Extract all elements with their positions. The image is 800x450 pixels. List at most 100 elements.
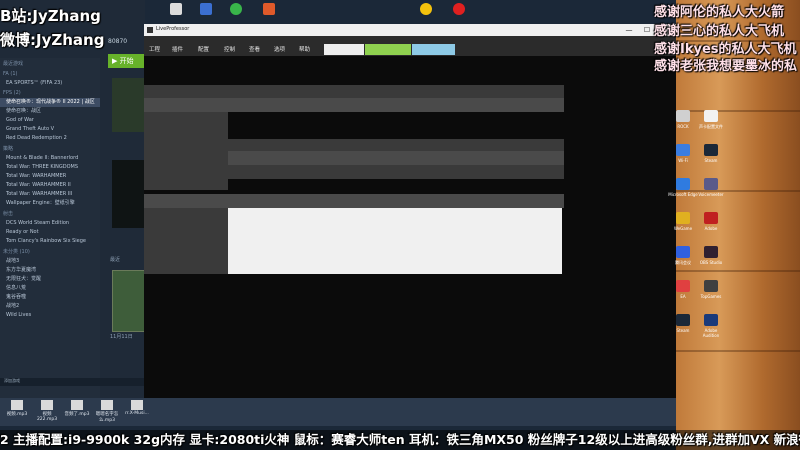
file-icon (131, 400, 143, 410)
panel (144, 98, 564, 112)
game-list-item[interactable]: 鬼谷吞噬 (0, 293, 100, 302)
game-list-item[interactable]: Total War: WARHAMMER II (0, 181, 100, 190)
desktop-shortcut-icon[interactable] (704, 110, 718, 122)
section-header[interactable]: FPS (2) (0, 88, 100, 98)
menu-plugins[interactable]: 插件 (172, 45, 183, 53)
desktop-shortcut-label: EA (680, 294, 686, 299)
menu-view[interactable]: 查看 (249, 45, 260, 53)
desktop-shortcut-icon[interactable] (704, 246, 718, 258)
play-button[interactable]: ▶ 开始 (108, 54, 144, 68)
game-list-item[interactable]: 信息八荒 (0, 284, 100, 293)
desktop-shortcut-icon[interactable] (676, 144, 690, 156)
panel (144, 85, 564, 99)
game-list-item[interactable]: DCS World Steam Edition (0, 219, 100, 228)
file-icon (11, 400, 23, 410)
game-list-item[interactable]: God of War (0, 116, 100, 125)
title-bar: LiveProfessor — ☐ ✕ (144, 24, 676, 36)
game-list-item[interactable]: 战地3 (0, 257, 100, 266)
menu-help[interactable]: 帮助 (299, 45, 310, 53)
account-number: 80870 (108, 38, 128, 45)
desktop-shortcut-icon[interactable] (676, 246, 690, 258)
file-icon (101, 400, 113, 410)
desktop-file[interactable]: 音频了.mp3 (64, 400, 90, 417)
menu-bar: 工程 插件 配置 控制 查看 选项 帮助 (144, 36, 676, 56)
desktop-shortcut-icon[interactable] (676, 110, 690, 122)
chrome-icon[interactable] (420, 3, 432, 15)
desktop-shortcut-label: Voicemeeter (698, 192, 724, 197)
desktop-file[interactable]: 视频.mp3 (4, 400, 30, 417)
game-list-item[interactable]: Tom Clancy's Rainbow Six Siege (0, 237, 100, 246)
desktop-shortcut-label: WeGame (673, 226, 693, 231)
weibo-label: 微博:JyZhang (0, 31, 105, 49)
game-list-item[interactable]: EA SPORTS™ (FIFA 23) (0, 79, 100, 88)
desktop-shortcut-icon[interactable] (676, 212, 690, 224)
game-list-item[interactable]: 东方华夏魔湾 (0, 266, 100, 275)
desktop-shortcut-label: ROCK (677, 124, 689, 129)
cpu-meter (365, 44, 411, 55)
minimize-button[interactable]: — (620, 24, 638, 36)
menu-config[interactable]: 配置 (198, 45, 209, 53)
section-header[interactable]: FA (1) (0, 69, 100, 79)
menu-control[interactable]: 控制 (224, 45, 235, 53)
thanks-line-2: 感谢三心的私人大飞机 (654, 24, 785, 39)
desktop-shortcut-label: Adobe (704, 226, 718, 231)
file-label: 音频了.mp3 (64, 412, 90, 417)
file-label: 视频222.mp3 (36, 412, 58, 422)
desktop-shortcut-icon[interactable] (676, 314, 690, 326)
app-icon[interactable] (453, 3, 465, 15)
desktop-shortcut-icon[interactable] (704, 144, 718, 156)
file-icon (41, 400, 53, 410)
game-list-item[interactable]: 使命召唤：战区 (0, 107, 100, 116)
panel (144, 194, 564, 208)
game-list-item[interactable]: Wallpaper Engine：壁纸引擎 (0, 199, 100, 208)
panel (228, 165, 564, 179)
wechat-icon[interactable] (230, 3, 242, 15)
menu-project[interactable]: 工程 (149, 45, 160, 53)
desktop-shortcut-icon[interactable] (704, 280, 718, 292)
game-list-item[interactable]: Total War: WARHAMMER III (0, 190, 100, 199)
game-list-item[interactable]: Ready or Not (0, 228, 100, 237)
game-list-item[interactable]: Grand Theft Auto V (0, 125, 100, 134)
menu-options[interactable]: 选项 (274, 45, 285, 53)
desktop-shortcut-icon[interactable] (676, 178, 690, 190)
game-banner[interactable] (112, 160, 145, 228)
display-box[interactable] (324, 44, 364, 55)
desktop-file[interactable]: 嗯嗯名字怎么.mp3 (94, 400, 120, 423)
add-game-bar[interactable]: 添加游戏 (0, 378, 149, 386)
desktop-shortcut-label: TopGames (700, 294, 722, 299)
game-banner[interactable] (112, 78, 145, 132)
desktop-shortcut-label: OBS Studio (699, 260, 723, 265)
section-header[interactable]: 射击 (0, 208, 100, 219)
scrolling-ticker: 2 主播配置:i9-9900k 32g内存 显卡:2080ti火神 鼠标：赛睿大… (0, 430, 800, 450)
desktop-shortcut-icon[interactable] (704, 178, 718, 190)
file-label: 视频.mp3 (6, 412, 28, 417)
section-header[interactable]: 未分类 (10) (0, 246, 100, 257)
desktop-shortcut-icon[interactable] (704, 212, 718, 224)
game-thumbnail[interactable] (112, 270, 147, 332)
file-label: 嗯嗯名字怎么.mp3 (95, 412, 119, 423)
game-list-item[interactable]: 使命召唤®：现代战争® II 2022 | 战区 (0, 98, 100, 107)
game-list-item[interactable]: Wild Lives (0, 311, 100, 320)
game-list-item[interactable]: Total War: THREE KINGDOMS (0, 163, 100, 172)
recent-label: 最近 (110, 257, 121, 263)
section-header[interactable]: 最近游戏 (0, 58, 100, 69)
desktop-shortcut-icon[interactable] (676, 280, 690, 292)
panel (144, 112, 228, 190)
desktop-shortcut-label: Wi-Fi (678, 158, 688, 163)
desktop-shortcut-icon[interactable] (704, 314, 718, 326)
game-list-item[interactable]: 战地2 (0, 302, 100, 311)
desktop-shortcut-label: Microsoft Edge (668, 192, 698, 197)
desktop-file[interactable]: 视频222.mp3 (34, 400, 60, 422)
section-header[interactable]: 策略 (0, 143, 100, 154)
app-icon[interactable] (200, 3, 212, 15)
game-list-item[interactable]: Red Dead Redemption 2 (0, 134, 100, 143)
file-icon (71, 400, 83, 410)
desktop-file[interactable]: rr.X-Musi... (124, 400, 150, 416)
panel (228, 139, 564, 151)
panel (144, 208, 228, 274)
app-icon[interactable] (170, 3, 182, 15)
app-icon[interactable] (263, 3, 275, 15)
game-list-item[interactable]: Mount & Blade II: Bannerlord (0, 154, 100, 163)
game-list-item[interactable]: Total War: WARHAMMER (0, 172, 100, 181)
game-list-item[interactable]: 无限狂犬：觉醒 (0, 275, 100, 284)
